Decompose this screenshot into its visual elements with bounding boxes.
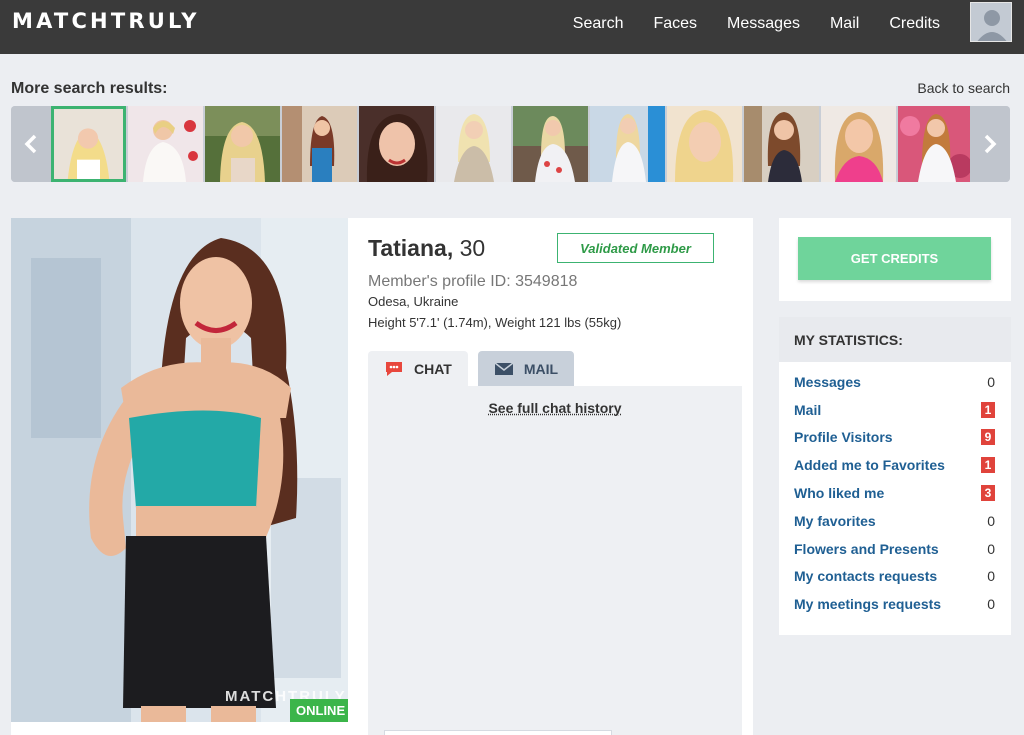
result-thumbnail[interactable] bbox=[282, 106, 357, 182]
result-thumbnail[interactable] bbox=[667, 106, 742, 182]
stat-contacts-requests[interactable]: My contacts requests 0 bbox=[779, 563, 1011, 591]
result-thumbnail[interactable] bbox=[359, 106, 434, 182]
online-status-badge: ONLINE bbox=[290, 699, 348, 722]
nav-faces[interactable]: Faces bbox=[653, 15, 697, 33]
stat-label[interactable]: Flowers and Presents bbox=[794, 541, 939, 557]
nav-messages[interactable]: Messages bbox=[727, 15, 800, 33]
carousel-prev-button[interactable] bbox=[11, 106, 51, 182]
profile-card: MATCHTRULY ONLINE Tatiana, 30 Validated … bbox=[11, 218, 753, 735]
chat-history-link[interactable]: See full chat history bbox=[368, 400, 742, 416]
stat-who-liked-me[interactable]: Who liked me 3 bbox=[779, 479, 1011, 507]
tab-chat[interactable]: CHAT bbox=[368, 351, 468, 387]
chat-bubble-icon bbox=[386, 362, 402, 376]
result-thumbnail[interactable] bbox=[513, 106, 588, 182]
statistics-title: MY STATISTICS: bbox=[779, 317, 1011, 362]
stat-added-to-favorites[interactable]: Added me to Favorites 1 bbox=[779, 451, 1011, 479]
profile-age: 30 bbox=[459, 235, 486, 261]
chevron-left-icon bbox=[24, 134, 37, 154]
result-thumbnail[interactable] bbox=[744, 106, 819, 182]
tab-chat-label: CHAT bbox=[414, 361, 452, 377]
stat-value: 0 bbox=[987, 596, 995, 613]
credits-panel: GET CREDITS bbox=[779, 218, 1011, 301]
stat-label[interactable]: My favorites bbox=[794, 513, 876, 529]
profile-first-name: Tatiana, bbox=[368, 235, 454, 261]
stat-value: 0 bbox=[987, 568, 995, 585]
stat-count-badge: 9 bbox=[981, 429, 995, 446]
stat-label[interactable]: My contacts requests bbox=[794, 568, 937, 584]
stat-label[interactable]: Profile Visitors bbox=[794, 429, 893, 445]
result-thumbnail[interactable] bbox=[51, 106, 126, 182]
result-thumbnail[interactable] bbox=[821, 106, 896, 182]
profile-name: Tatiana, 30 bbox=[368, 235, 485, 262]
result-thumbnail[interactable] bbox=[436, 106, 511, 182]
nav-search[interactable]: Search bbox=[573, 15, 624, 33]
stat-my-favorites[interactable]: My favorites 0 bbox=[779, 507, 1011, 535]
results-carousel bbox=[11, 106, 1010, 182]
main-nav: Search Faces Messages Mail Credits bbox=[543, 0, 940, 48]
stat-count-badge: 1 bbox=[981, 457, 995, 474]
stat-count-badge: 3 bbox=[981, 485, 995, 502]
contact-tabs: CHAT MAIL bbox=[368, 351, 584, 387]
stat-count-badge: 1 bbox=[981, 401, 995, 418]
thumbnail-list bbox=[51, 106, 975, 182]
chevron-right-icon bbox=[984, 134, 997, 154]
result-thumbnail[interactable] bbox=[205, 106, 280, 182]
stat-label[interactable]: Who liked me bbox=[794, 485, 884, 501]
result-thumbnail[interactable] bbox=[128, 106, 203, 182]
more-results-title: More search results: bbox=[11, 80, 168, 97]
top-bar: MATCHTRULY Search Faces Messages Mail Cr… bbox=[0, 0, 1024, 54]
statistics-panel: MY STATISTICS: Messages 0 Mail 1 Profile… bbox=[779, 317, 1011, 635]
nav-credits[interactable]: Credits bbox=[889, 15, 940, 33]
result-thumbnail[interactable] bbox=[590, 106, 665, 182]
chat-input[interactable] bbox=[384, 730, 612, 735]
nav-mail[interactable]: Mail bbox=[830, 15, 859, 33]
carousel-next-button[interactable] bbox=[970, 106, 1010, 182]
tab-mail-label: MAIL bbox=[523, 361, 559, 377]
statistics-list: Messages 0 Mail 1 Profile Visitors 9 Add… bbox=[779, 362, 1011, 618]
profile-id: Member's profile ID: 3549818 bbox=[368, 273, 578, 290]
stat-mail[interactable]: Mail 1 bbox=[779, 396, 1011, 424]
chat-panel: See full chat history bbox=[368, 386, 742, 735]
stat-value: 0 bbox=[987, 512, 995, 529]
stat-flowers-presents[interactable]: Flowers and Presents 0 bbox=[779, 535, 1011, 563]
profile-photo[interactable]: MATCHTRULY ONLINE bbox=[11, 218, 348, 722]
user-silhouette-icon bbox=[971, 3, 1011, 41]
user-avatar[interactable] bbox=[970, 2, 1012, 42]
site-logo[interactable]: MATCHTRULY bbox=[12, 9, 200, 33]
profile-location: Odesa, Ukraine bbox=[368, 294, 459, 309]
stat-profile-visitors[interactable]: Profile Visitors 9 bbox=[779, 424, 1011, 452]
stat-value: 0 bbox=[987, 373, 995, 390]
back-to-search-link[interactable]: Back to search bbox=[917, 80, 1010, 96]
validated-member-badge: Validated Member bbox=[557, 233, 714, 263]
stat-messages[interactable]: Messages 0 bbox=[779, 368, 1011, 396]
stat-label[interactable]: My meetings requests bbox=[794, 596, 941, 612]
stat-label[interactable]: Messages bbox=[794, 374, 861, 390]
result-thumbnail[interactable] bbox=[898, 106, 973, 182]
stat-label[interactable]: Mail bbox=[794, 402, 821, 418]
profile-height-weight: Height 5'7.1' (1.74m), Weight 121 lbs (5… bbox=[368, 315, 622, 330]
envelope-icon bbox=[494, 362, 514, 375]
stat-label[interactable]: Added me to Favorites bbox=[794, 457, 945, 473]
tab-mail[interactable]: MAIL bbox=[477, 351, 575, 387]
stat-meetings-requests[interactable]: My meetings requests 0 bbox=[779, 590, 1011, 618]
get-credits-button[interactable]: GET CREDITS bbox=[798, 237, 991, 280]
stat-value: 0 bbox=[987, 540, 995, 557]
